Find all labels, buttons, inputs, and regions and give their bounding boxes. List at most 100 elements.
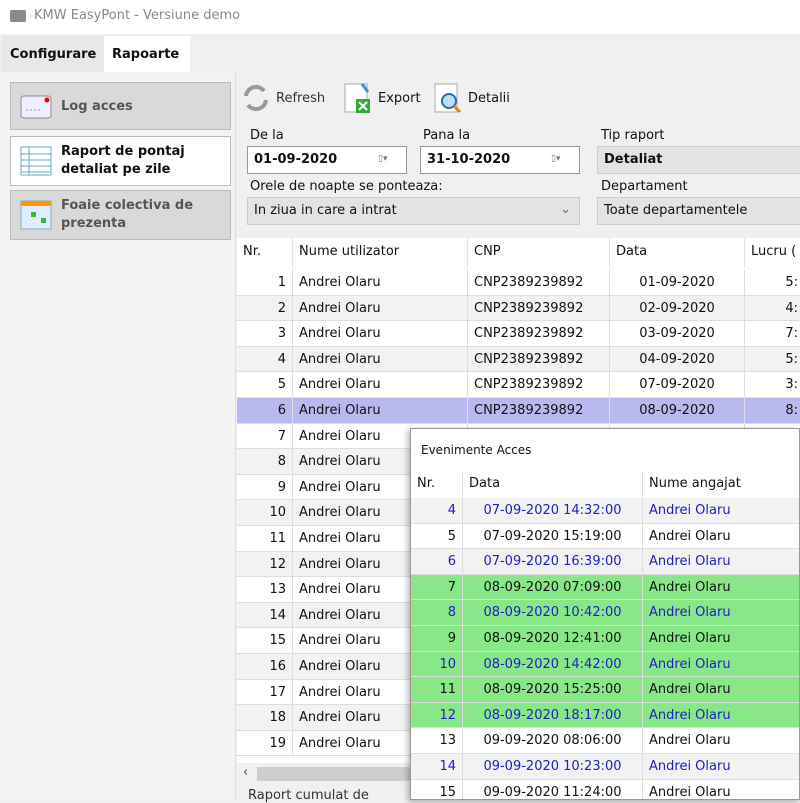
event-row[interactable]: 5 07-09-2020 15:19:00 Andrei Olaru	[411, 523, 799, 550]
grid-cell: 16	[237, 654, 293, 679]
event-row[interactable]: 13 09-09-2020 08:06:00 Andrei Olaru	[411, 728, 799, 754]
table-row[interactable]: 4 Andrei Olaru CNP2389239892 04-09-2020 5:	[237, 346, 800, 373]
grid-cell: CNP2389239892	[468, 270, 610, 295]
scroll-left-icon[interactable]: ‹	[243, 765, 248, 780]
grid-cell: 6	[237, 398, 293, 423]
to-date-input[interactable]: 31-10-2020 ▯▾	[420, 146, 580, 174]
event-row[interactable]: 8 08-09-2020 10:42:00 Andrei Olaru	[411, 600, 799, 626]
popup-cell: Andrei Olaru	[643, 575, 799, 600]
column-header[interactable]: CNP	[468, 238, 610, 268]
sidebar-item-raport-pontaj[interactable]: Raport de pontaj detaliat pe zile	[10, 136, 231, 186]
event-row[interactable]: 6 07-09-2020 16:39:00 Andrei Olaru	[411, 549, 799, 575]
department-select[interactable]: Toate departamentele	[597, 197, 800, 225]
popup-cell: Andrei Olaru	[643, 652, 799, 677]
report-type-select[interactable]: Detaliat	[597, 146, 800, 174]
popup-cell: Andrei Olaru	[643, 677, 799, 702]
status-text: Raport cumulat de	[248, 788, 369, 803]
sidebar-item-log-acces[interactable]: Log acces	[10, 82, 231, 130]
popup-cell: 07-09-2020 16:39:00	[463, 549, 643, 574]
grid-cell: 19	[237, 730, 293, 756]
grid-cell: 01-09-2020	[610, 270, 745, 295]
to-label: Pana la	[423, 128, 471, 143]
popup-cell: 07-09-2020 15:19:00	[463, 523, 643, 549]
from-date-value: 01-09-2020	[254, 152, 338, 167]
popup-cell: 9	[411, 626, 463, 651]
grid-cell: 2	[237, 295, 293, 321]
grid-cell: 8:	[745, 398, 800, 423]
popup-cell: 09-09-2020 08:06:00	[463, 728, 643, 753]
grid-cell: CNP2389239892	[468, 321, 610, 346]
grid-cell: 14	[237, 602, 293, 628]
table-row[interactable]: 5 Andrei Olaru CNP2389239892 07-09-2020 3:	[237, 372, 800, 398]
grid-cell: 7:	[745, 321, 800, 346]
from-date-input[interactable]: 01-09-2020 ▯▾	[247, 146, 407, 174]
export-button[interactable]: Export	[342, 76, 421, 120]
event-row[interactable]: 9 08-09-2020 12:41:00 Andrei Olaru	[411, 626, 799, 652]
popup-cell: Andrei Olaru	[643, 703, 799, 728]
popup-cell: 12	[411, 702, 463, 728]
report-type-label: Tip raport	[601, 128, 665, 143]
scroll-thumb[interactable]	[257, 767, 412, 781]
column-header[interactable]: Data	[610, 238, 745, 268]
from-label: De la	[250, 128, 284, 143]
tab-configurare[interactable]: Configurare	[2, 36, 104, 72]
column-header[interactable]: Lucru (	[745, 238, 800, 268]
sidebar-item-label: Log acces	[61, 98, 133, 114]
refresh-label: Refresh	[276, 90, 326, 106]
event-row[interactable]: 10 08-09-2020 14:42:00 Andrei Olaru	[411, 651, 799, 678]
table-row[interactable]: 1 Andrei Olaru CNP2389239892 01-09-2020 5:	[237, 270, 800, 296]
event-row[interactable]: 7 08-09-2020 07:09:00 Andrei Olaru	[411, 574, 799, 601]
table-row[interactable]: 3 Andrei Olaru CNP2389239892 03-09-2020 7:	[237, 321, 800, 347]
details-button[interactable]: Detalii	[432, 76, 510, 120]
event-row[interactable]: 14 09-09-2020 10:23:00 Andrei Olaru	[411, 754, 799, 780]
calendar-dropdown-icon[interactable]: ▯▾	[378, 154, 398, 166]
window-title: KMW EasyPont - Versiune demo	[34, 8, 241, 23]
event-row[interactable]: 11 08-09-2020 15:25:00 Andrei Olaru	[411, 677, 799, 703]
grid-cell: 11	[237, 526, 293, 551]
grid-cell: 02-09-2020	[610, 295, 745, 321]
popup-cell: Andrei Olaru	[643, 780, 799, 799]
popup-cell: 14	[411, 754, 463, 779]
grid-cell: 1	[237, 270, 293, 295]
grid-cell: 15	[237, 628, 293, 653]
refresh-button[interactable]: Refresh	[240, 76, 325, 120]
grid-cell: 7	[237, 423, 293, 449]
grid-cell: Andrei Olaru	[293, 270, 468, 295]
chevron-down-icon: ⌄	[560, 202, 571, 217]
popup-cell: Andrei Olaru	[643, 754, 799, 779]
table-icon	[20, 146, 52, 176]
column-header: Nume angajat	[643, 471, 799, 497]
table-row[interactable]: 2 Andrei Olaru CNP2389239892 02-09-2020 4:	[237, 295, 800, 322]
refresh-icon	[244, 84, 268, 112]
grid-cell: 5:	[745, 270, 800, 295]
night-hours-label: Orele de noapte se ponteaza:	[250, 179, 443, 194]
to-date-value: 31-10-2020	[427, 152, 511, 167]
grid-cell: Andrei Olaru	[293, 398, 468, 423]
popup-cell: 7	[411, 574, 463, 600]
popup-cell: 5	[411, 523, 463, 549]
sidebar-item-foaie-colectiva[interactable]: Foaie colectiva de prezenta	[10, 190, 231, 240]
popup-cell: 4	[411, 498, 463, 523]
calendar-dropdown-icon[interactable]: ▯▾	[551, 154, 571, 166]
grid-cell: 5	[237, 372, 293, 397]
column-header[interactable]: Nr.	[237, 238, 293, 268]
event-row[interactable]: 15 09-09-2020 11:24:00 Andrei Olaru	[411, 779, 799, 799]
column-header[interactable]: Nume utilizator	[293, 238, 468, 268]
popup-header: Nr. Data Nume angajat	[411, 471, 799, 497]
event-row[interactable]: 4 07-09-2020 14:32:00 Andrei Olaru	[411, 498, 799, 524]
night-hours-select[interactable]: In ziua in care a intrat ⌄	[247, 197, 580, 225]
toolbar: Refresh Export Detalii	[236, 76, 800, 120]
popup-cell: 10	[411, 651, 463, 677]
grid-cell: Andrei Olaru	[293, 346, 468, 372]
details-label: Detalii	[468, 90, 510, 106]
table-row[interactable]: 6 Andrei Olaru CNP2389239892 08-09-2020 8:	[237, 398, 800, 424]
night-hours-value: In ziua in care a intrat	[254, 203, 397, 218]
grid-cell: 4:	[745, 296, 800, 321]
tab-rapoarte[interactable]: Rapoarte	[104, 36, 190, 74]
grid-cell: 12	[237, 551, 293, 577]
event-row[interactable]: 12 08-09-2020 18:17:00 Andrei Olaru	[411, 702, 799, 729]
horizontal-scrollbar[interactable]: ‹	[237, 763, 412, 785]
sidebar-item-label: Raport de pontaj detaliat pe zile	[61, 144, 185, 177]
grid-cell: Andrei Olaru	[293, 295, 468, 321]
grid-cell: 04-09-2020	[610, 346, 745, 372]
